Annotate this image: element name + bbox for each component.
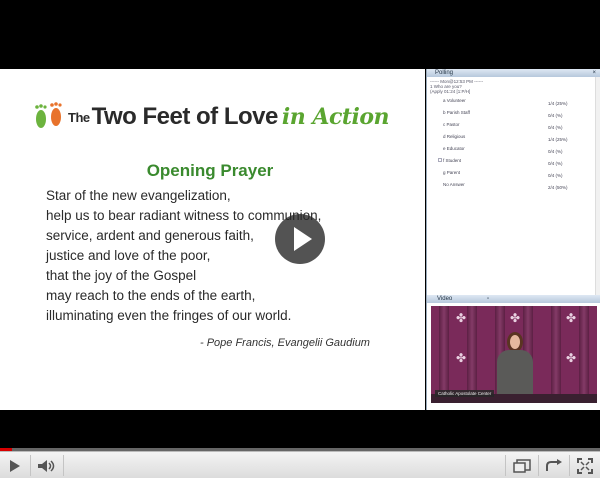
presentation-slide: TheTwo Feet of Love in Action Opening Pra… xyxy=(0,69,425,410)
logo-main: Two Feet of Love xyxy=(91,103,279,130)
poll-option[interactable]: g Parent 0/4 (%) xyxy=(430,170,597,182)
volume-icon xyxy=(38,459,55,472)
poll-meta: (Apply 01:24 [1:P/H] xyxy=(430,89,471,94)
slide-title: Opening Prayer xyxy=(146,161,274,180)
replay-button[interactable] xyxy=(539,452,569,478)
popout-icon xyxy=(513,458,531,473)
curtain-fold xyxy=(467,306,477,403)
poll-option[interactable]: f Student 0/4 (%) xyxy=(430,158,597,170)
poll-option[interactable]: a Volunteer 1/4 (25%) xyxy=(430,98,597,110)
prayer-line: help us to bear radiant witness to commu… xyxy=(46,208,322,223)
prayer-line: illuminating even the fringes of our wor… xyxy=(46,308,292,323)
fullscreen-button[interactable] xyxy=(570,452,600,478)
polling-header: Polling × xyxy=(427,69,600,77)
video-header: Video ▫ xyxy=(427,295,600,303)
logo-accent: in Action xyxy=(281,104,390,130)
poll-option-label: a Volunteer xyxy=(443,98,466,103)
poll-option-label: c Pastor xyxy=(443,122,460,127)
poll-option-label: No Answer xyxy=(443,182,465,187)
webcam-feed: ✤ ✤ ✤ ✤ ✤ Catholic Apostolate Center xyxy=(431,306,597,403)
poll-option[interactable]: b Parish Staff 0/4 (%) xyxy=(430,110,597,122)
poll-checkbox[interactable] xyxy=(438,158,442,162)
prayer-line: Star of the new evangelization, xyxy=(46,188,231,203)
poll-option-count: 0/4 (%) xyxy=(548,125,563,130)
poll-option-count: 0/4 (%) xyxy=(548,113,563,118)
fullscreen-icon xyxy=(577,457,593,474)
attribution: - Pope Francis, Evangelii Gaudium xyxy=(200,337,370,349)
webcam-panel: Video ▫ ✤ ✤ ✤ ✤ ✤ Catholic Apostolate Ce… xyxy=(426,295,600,410)
footprints-icon xyxy=(35,102,62,128)
expand-icon[interactable]: ▫ xyxy=(487,295,489,303)
poll-option-label: e Educator xyxy=(443,146,465,151)
poll-option-count: 1/4 (25%) xyxy=(548,101,568,106)
polling-body: ------ Mon@12:53 PM ------ 1 Who are you… xyxy=(427,77,600,196)
volume-button[interactable] xyxy=(31,452,63,478)
close-icon[interactable]: × xyxy=(592,69,596,77)
prayer-line: justice and love of the poor, xyxy=(46,248,211,263)
poll-option-count: 0/4 (%) xyxy=(548,149,563,154)
logo-text: TheTwo Feet of Love in Action xyxy=(68,103,390,131)
presenter-body xyxy=(497,350,533,394)
poll-option[interactable]: d Religious 1/4 (25%) xyxy=(430,134,597,146)
presenter xyxy=(495,332,535,394)
replay-icon xyxy=(546,458,562,471)
play-icon xyxy=(10,459,20,472)
curtain-fold xyxy=(551,306,561,403)
poll-option-label: f Student xyxy=(443,158,462,163)
poll-options: a Volunteer 1/4 (25%) b Parish Staff 0/4 (… xyxy=(430,98,597,194)
prayer-line: that the joy of the Gospel xyxy=(46,268,197,283)
play-button[interactable] xyxy=(0,452,30,478)
cross-icon: ✤ xyxy=(455,311,467,325)
video-player[interactable]: TheTwo Feet of Love in Action Opening Pra… xyxy=(0,0,600,478)
prayer-text: Star of the new evangelization, help us … xyxy=(46,186,416,326)
poll-option-label: d Religious xyxy=(443,134,466,139)
polling-title: Polling xyxy=(435,70,454,76)
logo-the: The xyxy=(68,110,90,125)
polling-panel: Polling × ------ Mon@12:53 PM ------ 1 W… xyxy=(426,69,600,295)
polling-scrollbar[interactable] xyxy=(595,77,600,295)
cross-icon: ✤ xyxy=(455,351,467,365)
cross-icon: ✤ xyxy=(565,351,577,365)
cross-icon: ✤ xyxy=(509,311,521,325)
prayer-line: may reach to the ends of the earth, xyxy=(46,288,256,303)
poll-option-count: 0/4 (%) xyxy=(548,161,563,166)
poll-option-count: 1/4 (25%) xyxy=(548,137,568,142)
poll-option[interactable]: No Answer 2/4 (50%) xyxy=(430,182,597,194)
presenter-head xyxy=(507,332,523,352)
control-bar xyxy=(0,451,600,478)
popout-button[interactable] xyxy=(506,452,538,478)
poll-option-count: 2/4 (50%) xyxy=(548,185,568,190)
video-caption: Catholic Apostolate Center xyxy=(435,390,495,397)
poll-option-label: g Parent xyxy=(443,170,461,175)
poll-option[interactable]: c Pastor 0/4 (%) xyxy=(430,122,597,134)
prayer-line: service, ardent and generous faith, xyxy=(46,228,254,243)
divider xyxy=(63,455,64,476)
cross-icon: ✤ xyxy=(565,311,577,325)
poll-option[interactable]: e Educator 0/4 (%) xyxy=(430,146,597,158)
big-play-button[interactable] xyxy=(275,214,325,264)
curtain-fold xyxy=(439,306,449,403)
poll-option-label: b Parish Staff xyxy=(443,110,470,115)
video-title: Video xyxy=(437,296,453,302)
poll-option-count: 0/4 (%) xyxy=(548,173,563,178)
logo: TheTwo Feet of Love in Action xyxy=(32,97,412,137)
curtain-fold xyxy=(579,306,589,403)
